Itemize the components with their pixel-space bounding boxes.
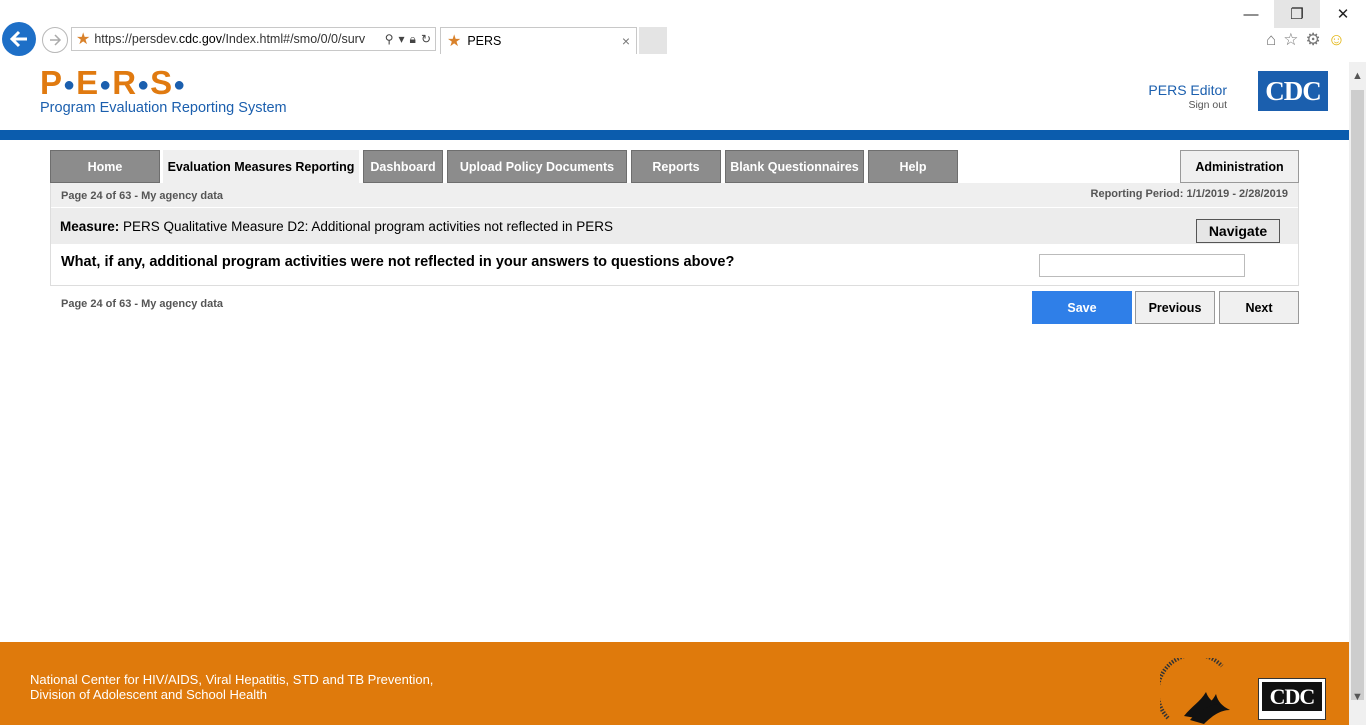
reporting-period: Reporting Period: 1/1/2019 - 2/28/2019 [1090, 188, 1288, 200]
footer-text: National Center for HIV/AIDS, Viral Hepa… [30, 672, 433, 702]
minimize-button[interactable]: — [1228, 0, 1274, 28]
scroll-up-arrow-icon[interactable]: ▲ [1349, 66, 1366, 86]
navigate-button[interactable]: Navigate [1196, 219, 1280, 243]
cdc-logo: CDC [1258, 71, 1328, 111]
favorite-star-icon: ★ [76, 31, 91, 48]
hhs-seal-icon [1160, 658, 1230, 724]
search-icon[interactable]: ⚲ [385, 32, 394, 47]
footer-line-2: Division of Adolescent and School Health [30, 687, 268, 702]
previous-button[interactable]: Previous [1135, 291, 1215, 324]
nav-reports[interactable]: Reports [631, 150, 721, 183]
next-button[interactable]: Next [1219, 291, 1299, 324]
back-arrow-icon [9, 30, 27, 48]
refresh-icon[interactable]: ↻ [421, 32, 431, 47]
user-info: PERS Editor Sign out [1100, 82, 1227, 111]
dropdown-icon[interactable]: ▾ [399, 32, 405, 47]
feedback-smiley-icon[interactable]: ☺ [1328, 30, 1345, 50]
forward-button[interactable] [42, 27, 68, 53]
nav-evaluation-measures-reporting[interactable]: Evaluation Measures Reporting [163, 150, 359, 183]
header-divider [0, 130, 1349, 140]
nav-administration[interactable]: Administration [1180, 150, 1299, 183]
site-header: P●E●R●S● Program Evaluation Reporting Sy… [0, 62, 1349, 130]
nav-upload-policy-documents[interactable]: Upload Policy Documents [447, 150, 627, 183]
nav-dashboard[interactable]: Dashboard [363, 150, 443, 183]
vertical-scrollbar[interactable]: ▲ ▼ [1349, 62, 1366, 725]
back-button[interactable] [2, 22, 36, 56]
forward-arrow-icon [50, 34, 62, 46]
answer-input[interactable] [1039, 254, 1245, 277]
sign-out-link[interactable]: Sign out [1100, 99, 1227, 111]
address-bar[interactable]: ★ https://persdev.cdc.gov/Index.html#/sm… [71, 27, 436, 51]
save-button[interactable]: Save [1032, 291, 1132, 324]
tab-favicon-icon: ★ [447, 33, 462, 50]
browser-toolbar: ★ https://persdev.cdc.gov/Index.html#/sm… [0, 0, 1366, 58]
scroll-down-arrow-icon[interactable]: ▼ [1349, 687, 1366, 707]
site-subtitle: Program Evaluation Reporting System [40, 100, 287, 116]
page-indicator: Page 24 of 63 - My agency data [61, 190, 224, 202]
question-text: What, if any, additional program activit… [61, 254, 735, 270]
favorites-icon[interactable]: ☆ [1283, 30, 1298, 50]
measure-row: Measure: PERS Qualitative Measure D2: Ad… [51, 208, 1298, 244]
site-footer: National Center for HIV/AIDS, Viral Hepa… [0, 642, 1349, 725]
nav-blank-questionnaires[interactable]: Blank Questionnaires [725, 150, 864, 183]
home-icon[interactable]: ⌂ [1266, 30, 1276, 50]
url-text[interactable]: https://persdev.cdc.gov/Index.html#/smo/… [94, 32, 384, 46]
footer-cdc-logo: CDC [1258, 678, 1326, 720]
nav-help[interactable]: Help [868, 150, 958, 183]
browser-tab[interactable]: ★ PERS × [440, 27, 637, 54]
tab-title: PERS [467, 34, 502, 48]
pers-logo[interactable]: P●E●R●S● [40, 64, 186, 102]
nav-home[interactable]: Home [50, 150, 160, 183]
close-window-button[interactable]: ✕ [1320, 0, 1366, 28]
page-info-bar: Page 24 of 63 - My agency data Reporting… [51, 183, 1298, 207]
page-indicator-bottom: Page 24 of 63 - My agency data [61, 298, 224, 310]
tab-close-icon[interactable]: × [622, 33, 630, 49]
settings-gear-icon[interactable]: ⚙ [1306, 30, 1321, 50]
lock-icon[interactable]: 🔒︎ [410, 32, 416, 47]
measure-title: Measure: PERS Qualitative Measure D2: Ad… [60, 219, 614, 234]
user-name: PERS Editor [1148, 82, 1227, 98]
restore-button[interactable]: ❐ [1274, 0, 1320, 28]
scroll-thumb[interactable] [1351, 90, 1364, 700]
footer-line-1: National Center for HIV/AIDS, Viral Hepa… [30, 672, 434, 687]
measure-panel: Page 24 of 63 - My agency data Reporting… [50, 183, 1299, 286]
new-tab-button[interactable] [639, 27, 667, 54]
